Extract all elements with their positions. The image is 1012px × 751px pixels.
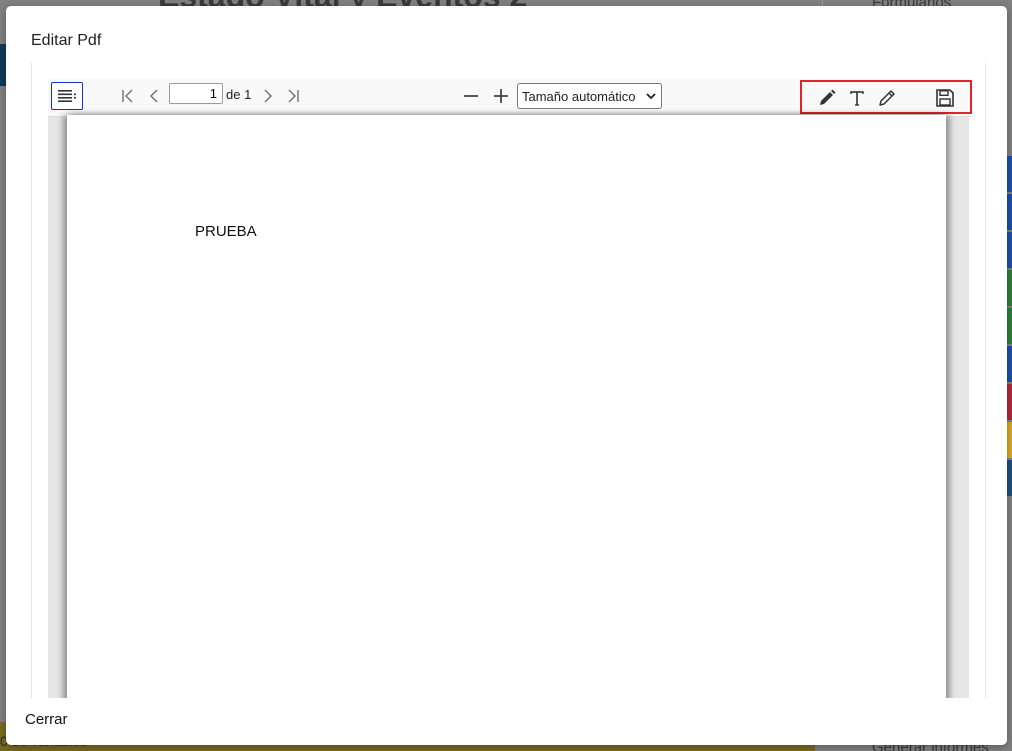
background-stripe — [1007, 346, 1012, 382]
pdf-editor: de 1 — [31, 63, 986, 698]
page-count-label: de 1 — [226, 87, 252, 102]
background-stripe — [1007, 270, 1012, 306]
background-stripe — [1007, 232, 1012, 268]
pdf-page[interactable]: PRUEBA — [67, 115, 946, 698]
pdf-page-text: PRUEBA — [195, 223, 257, 240]
menu-icon — [58, 90, 76, 102]
zoom-out-button[interactable] — [462, 87, 480, 105]
pdf-toolbar: de 1 — [48, 79, 972, 117]
background-stripe — [1007, 422, 1012, 458]
background-stripe — [1007, 308, 1012, 344]
text-tool-button[interactable] — [846, 87, 868, 109]
last-page-icon — [288, 89, 299, 103]
background-stripe — [1007, 384, 1012, 420]
chevron-down-icon — [646, 93, 656, 100]
ink-tool-button[interactable] — [876, 87, 898, 109]
background-color-stripes — [1007, 156, 1012, 498]
first-page-button[interactable] — [120, 87, 138, 105]
background-stripe — [1007, 460, 1012, 496]
plus-icon — [494, 89, 508, 103]
pdf-viewer[interactable]: PRUEBA — [48, 115, 969, 698]
page-number-input[interactable] — [169, 83, 223, 104]
pencil-icon — [879, 90, 895, 106]
previous-page-button[interactable] — [145, 87, 163, 105]
edit-pdf-modal: Editar Pdf 1 de 1 Tamaño automático PRUE… — [6, 6, 1007, 745]
close-button[interactable]: Cerrar — [25, 711, 68, 728]
first-page-icon — [122, 89, 133, 103]
save-icon — [936, 89, 954, 107]
background-stripe — [1007, 156, 1012, 192]
modal-title: Editar Pdf — [31, 32, 102, 49]
sidebar-toggle-button[interactable] — [51, 82, 83, 110]
pen-icon — [820, 89, 836, 105]
editor-tools-group — [800, 80, 972, 114]
last-page-button[interactable] — [283, 87, 301, 105]
draw-tool-button[interactable] — [816, 87, 838, 109]
chevron-right-icon — [264, 89, 273, 103]
next-page-button[interactable] — [259, 87, 277, 105]
zoom-select[interactable]: Tamaño automático — [517, 83, 662, 109]
chevron-left-icon — [149, 89, 158, 103]
text-icon — [850, 91, 864, 106]
save-button[interactable] — [934, 87, 956, 109]
zoom-in-button[interactable] — [492, 87, 510, 105]
background-stripe — [1007, 194, 1012, 230]
zoom-select-value: Tamaño automático — [522, 89, 636, 104]
minus-icon — [464, 95, 478, 97]
